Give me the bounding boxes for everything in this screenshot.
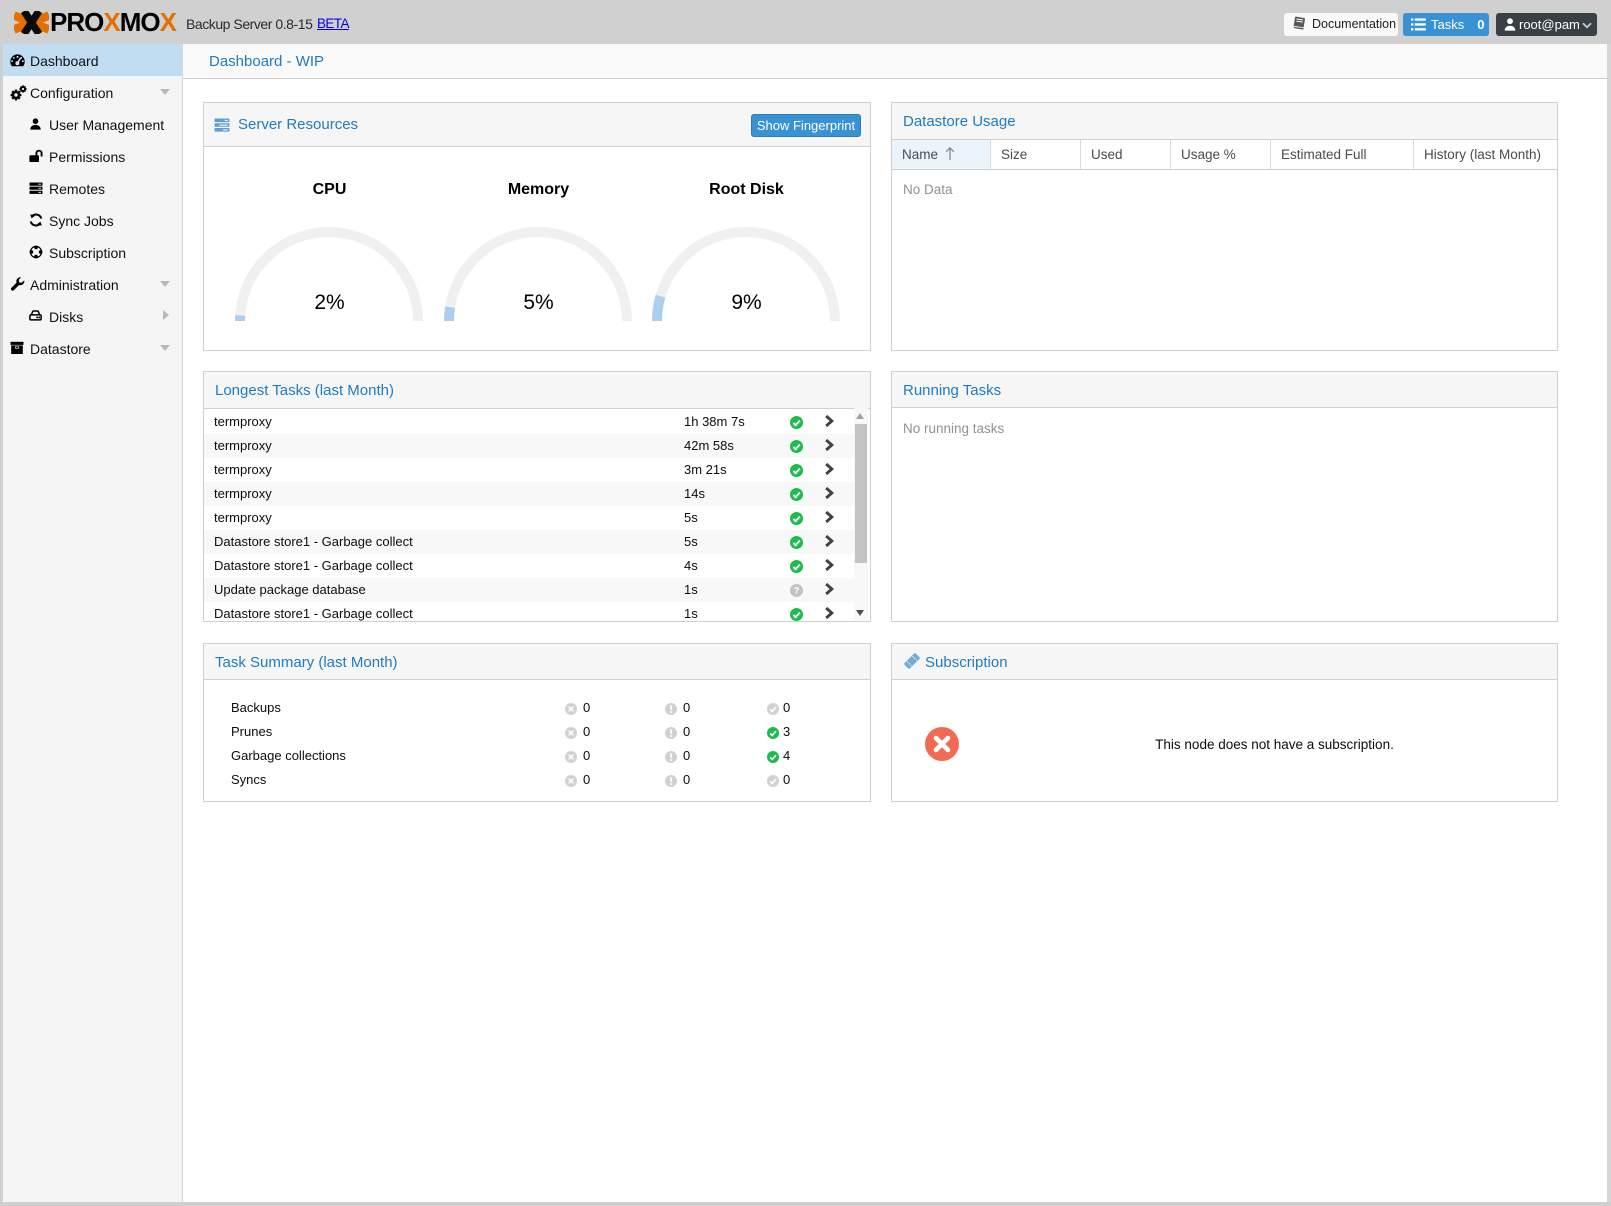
svg-text:?: ? xyxy=(794,586,800,597)
